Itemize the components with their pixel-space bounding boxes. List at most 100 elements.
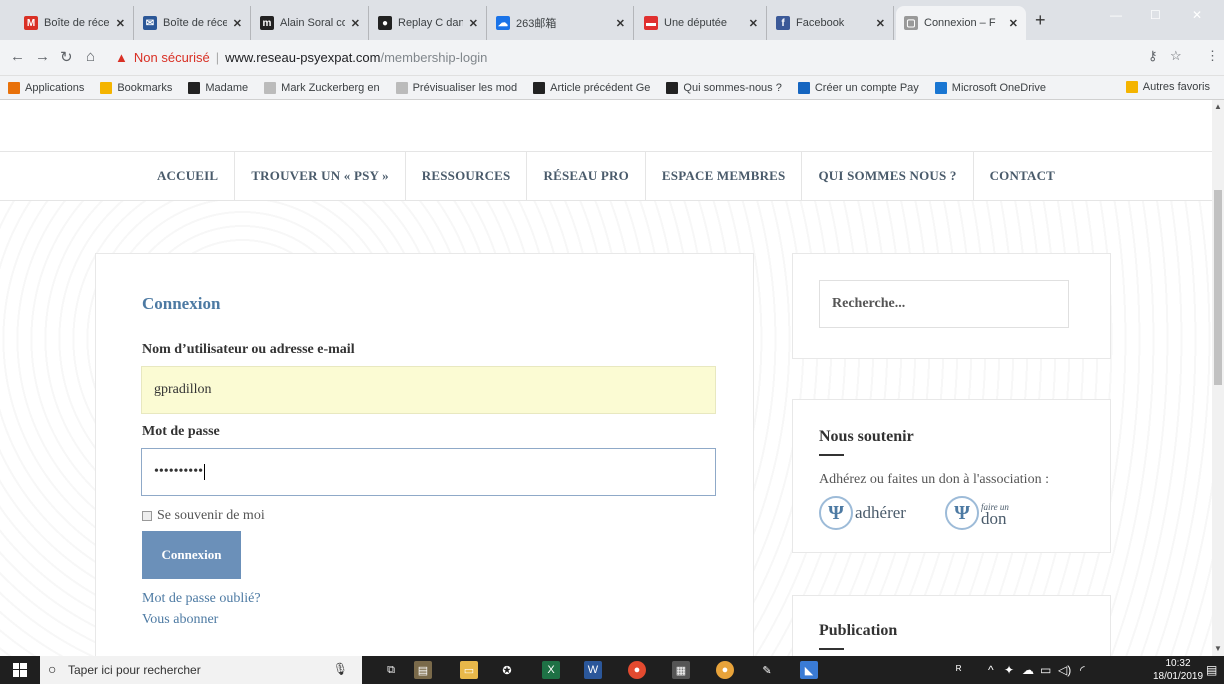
other-bookmarks[interactable]: Autres favoris bbox=[1118, 81, 1218, 93]
address-bar[interactable]: ▲ Non sécurisé | www.reseau-psyexpat.com… bbox=[115, 44, 1115, 71]
site-icon bbox=[666, 81, 679, 94]
close-tab-icon[interactable]: ✕ bbox=[616, 17, 625, 30]
forgot-password-link[interactable]: Mot de passe oublié? bbox=[142, 591, 261, 607]
bookmark-item[interactable]: Article précédent Ge bbox=[525, 81, 658, 94]
don-link[interactable]: Ψ faire un don bbox=[945, 496, 1009, 530]
dropbox-icon[interactable]: ✦ bbox=[1004, 663, 1014, 677]
nav-item[interactable]: TROUVER UN « PSY » bbox=[235, 152, 406, 200]
bookmark-item[interactable]: Bookmarks bbox=[92, 81, 180, 94]
back-icon[interactable]: ← bbox=[10, 48, 25, 65]
scroll-up-icon[interactable]: ▲ bbox=[1214, 102, 1222, 111]
file-explorer-icon[interactable]: ▭ bbox=[460, 661, 478, 679]
psi-icon: Ψ bbox=[945, 496, 979, 530]
people-icon[interactable]: ᴿ bbox=[956, 663, 961, 677]
close-tab-icon[interactable]: ✕ bbox=[1009, 17, 1018, 30]
bookmark-item[interactable]: Créer un compte Pay bbox=[790, 81, 927, 94]
paint-icon[interactable]: ✎ bbox=[758, 661, 776, 679]
reload-icon[interactable]: ↻ bbox=[60, 48, 73, 66]
close-tab-icon[interactable]: ✕ bbox=[351, 17, 360, 30]
bookmark-item[interactable]: Applications bbox=[0, 81, 92, 94]
close-tab-icon[interactable]: ✕ bbox=[749, 17, 758, 30]
browser-tab[interactable]: m Alain Soral con ✕ bbox=[252, 6, 369, 40]
volume-icon[interactable]: ◁) bbox=[1058, 663, 1071, 677]
page-icon bbox=[395, 81, 408, 94]
browser-tab[interactable]: ▢ Connexion – F ✕ bbox=[896, 6, 1026, 40]
scroll-thumb[interactable] bbox=[1214, 190, 1222, 385]
minimize-icon[interactable]: — bbox=[1110, 8, 1122, 22]
nav-item[interactable]: RESSOURCES bbox=[406, 152, 528, 200]
search-input[interactable]: Recherche... bbox=[819, 280, 1069, 328]
close-tab-icon[interactable]: ✕ bbox=[469, 17, 478, 30]
bookmark-label: Bookmarks bbox=[117, 81, 173, 94]
page-icon: ▢ bbox=[904, 16, 918, 30]
excel-icon[interactable]: X bbox=[542, 661, 560, 679]
forward-icon[interactable]: → bbox=[35, 48, 50, 65]
login-button[interactable]: Connexion bbox=[142, 531, 241, 579]
calculator-icon[interactable]: ▦ bbox=[672, 661, 690, 679]
remember-checkbox[interactable] bbox=[142, 511, 152, 521]
maximize-icon[interactable]: ☐ bbox=[1150, 8, 1161, 22]
nav-item[interactable]: ACCUEIL bbox=[141, 152, 236, 200]
close-tab-icon[interactable]: ✕ bbox=[116, 17, 125, 30]
onedrive-icon[interactable]: ☁ bbox=[1022, 663, 1034, 677]
battery-icon[interactable]: ▭ bbox=[1040, 663, 1051, 677]
nav-item[interactable]: QUI SOMMES NOUS ? bbox=[802, 152, 974, 200]
close-tab-icon[interactable]: ✕ bbox=[233, 17, 242, 30]
tab-title: Connexion – F bbox=[924, 17, 996, 29]
bookmark-label: Article précédent Ge bbox=[550, 81, 651, 94]
taskbar-clock[interactable]: 10:32 18/01/2019 bbox=[1150, 657, 1206, 683]
close-tab-icon[interactable]: ✕ bbox=[876, 17, 885, 30]
nav-item[interactable]: ESPACE MEMBRES bbox=[646, 152, 803, 200]
bookmark-item[interactable]: Madame bbox=[180, 81, 256, 94]
new-tab-button[interactable]: + bbox=[1035, 10, 1046, 31]
psi-icon: Ψ bbox=[819, 496, 853, 530]
key-icon[interactable]: ⚷ bbox=[1148, 48, 1158, 64]
remember-me[interactable]: Se souvenir de moi bbox=[142, 508, 265, 524]
wifi-icon[interactable]: ◜ bbox=[1080, 663, 1085, 677]
bookmark-item[interactable]: Mark Zuckerberg en bbox=[256, 81, 387, 94]
chevron-up-icon[interactable]: ^ bbox=[988, 663, 994, 677]
app-icon[interactable]: ▤ bbox=[414, 661, 432, 679]
tab-title: Replay C dans bbox=[398, 17, 463, 29]
nav-item[interactable]: CONTACT bbox=[974, 152, 1071, 200]
task-view-icon[interactable]: ⧉ bbox=[382, 661, 400, 679]
username-field[interactable]: gpradillon bbox=[141, 366, 716, 414]
browser-toolbar: ← → ↻ ⌂ ▲ Non sécurisé | www.reseau-psye… bbox=[0, 40, 1224, 76]
remember-label: Se souvenir de moi bbox=[157, 508, 265, 523]
support-text: Adhérez ou faites un don à l'association… bbox=[819, 472, 1049, 487]
url-path: /membership-login bbox=[380, 50, 488, 65]
browser-tab[interactable]: ✉ Boîte de récep ✕ bbox=[135, 6, 251, 40]
password-field[interactable]: •••••••••• bbox=[141, 448, 716, 496]
browser-tab[interactable]: f Facebook ✕ bbox=[768, 6, 894, 40]
chrome-icon[interactable]: ● bbox=[628, 661, 646, 679]
tab-title: Alain Soral con bbox=[280, 17, 345, 29]
bookmark-item[interactable]: Qui sommes-nous ? bbox=[658, 81, 789, 94]
bookmark-star-icon[interactable]: ☆ bbox=[1170, 48, 1182, 64]
adherer-link[interactable]: Ψ adhérer bbox=[819, 496, 906, 530]
browser-tab[interactable]: ☁ 263邮箱 ✕ bbox=[488, 6, 634, 40]
close-window-icon[interactable]: ✕ bbox=[1192, 8, 1202, 22]
bookmark-item[interactable]: Prévisualiser les mod bbox=[388, 81, 526, 94]
bookmark-label: Prévisualiser les mod bbox=[412, 81, 518, 94]
chrome-profile-icon[interactable]: ● bbox=[716, 661, 734, 679]
browser-tab[interactable]: M Boîte de récep ✕ bbox=[16, 6, 134, 40]
page-scrollbar[interactable]: ▲ ▼ bbox=[1212, 100, 1224, 656]
warning-icon: ▲ bbox=[115, 50, 128, 65]
microphone-icon[interactable]: 🎙 bbox=[333, 662, 348, 676]
url-host: www.reseau-psyexpat.com bbox=[225, 50, 381, 65]
bookmark-item[interactable]: Microsoft OneDrive bbox=[927, 81, 1054, 94]
start-button[interactable] bbox=[0, 656, 40, 684]
subscribe-link[interactable]: Vous abonner bbox=[142, 612, 218, 628]
app-icon[interactable]: ◣ bbox=[800, 661, 818, 679]
home-icon[interactable]: ⌂ bbox=[86, 48, 95, 65]
windows-taskbar: ○ Taper ici pour rechercher 🎙 ⧉ ▤ ▭ ✪ X … bbox=[0, 656, 1224, 684]
notifications-icon[interactable]: ▤ bbox=[1206, 663, 1217, 677]
menu-icon[interactable]: ⋮ bbox=[1206, 48, 1219, 64]
word-icon[interactable]: W bbox=[584, 661, 602, 679]
taskbar-search[interactable]: ○ Taper ici pour rechercher 🎙 bbox=[40, 656, 362, 684]
scroll-down-icon[interactable]: ▼ bbox=[1214, 644, 1222, 653]
settings-app-icon[interactable]: ✪ bbox=[498, 661, 516, 679]
nav-item[interactable]: RÉSEAU PRO bbox=[527, 152, 646, 200]
browser-tab[interactable]: ▬ Une députée ✕ bbox=[636, 6, 767, 40]
browser-tab[interactable]: ● Replay C dans ✕ bbox=[370, 6, 487, 40]
